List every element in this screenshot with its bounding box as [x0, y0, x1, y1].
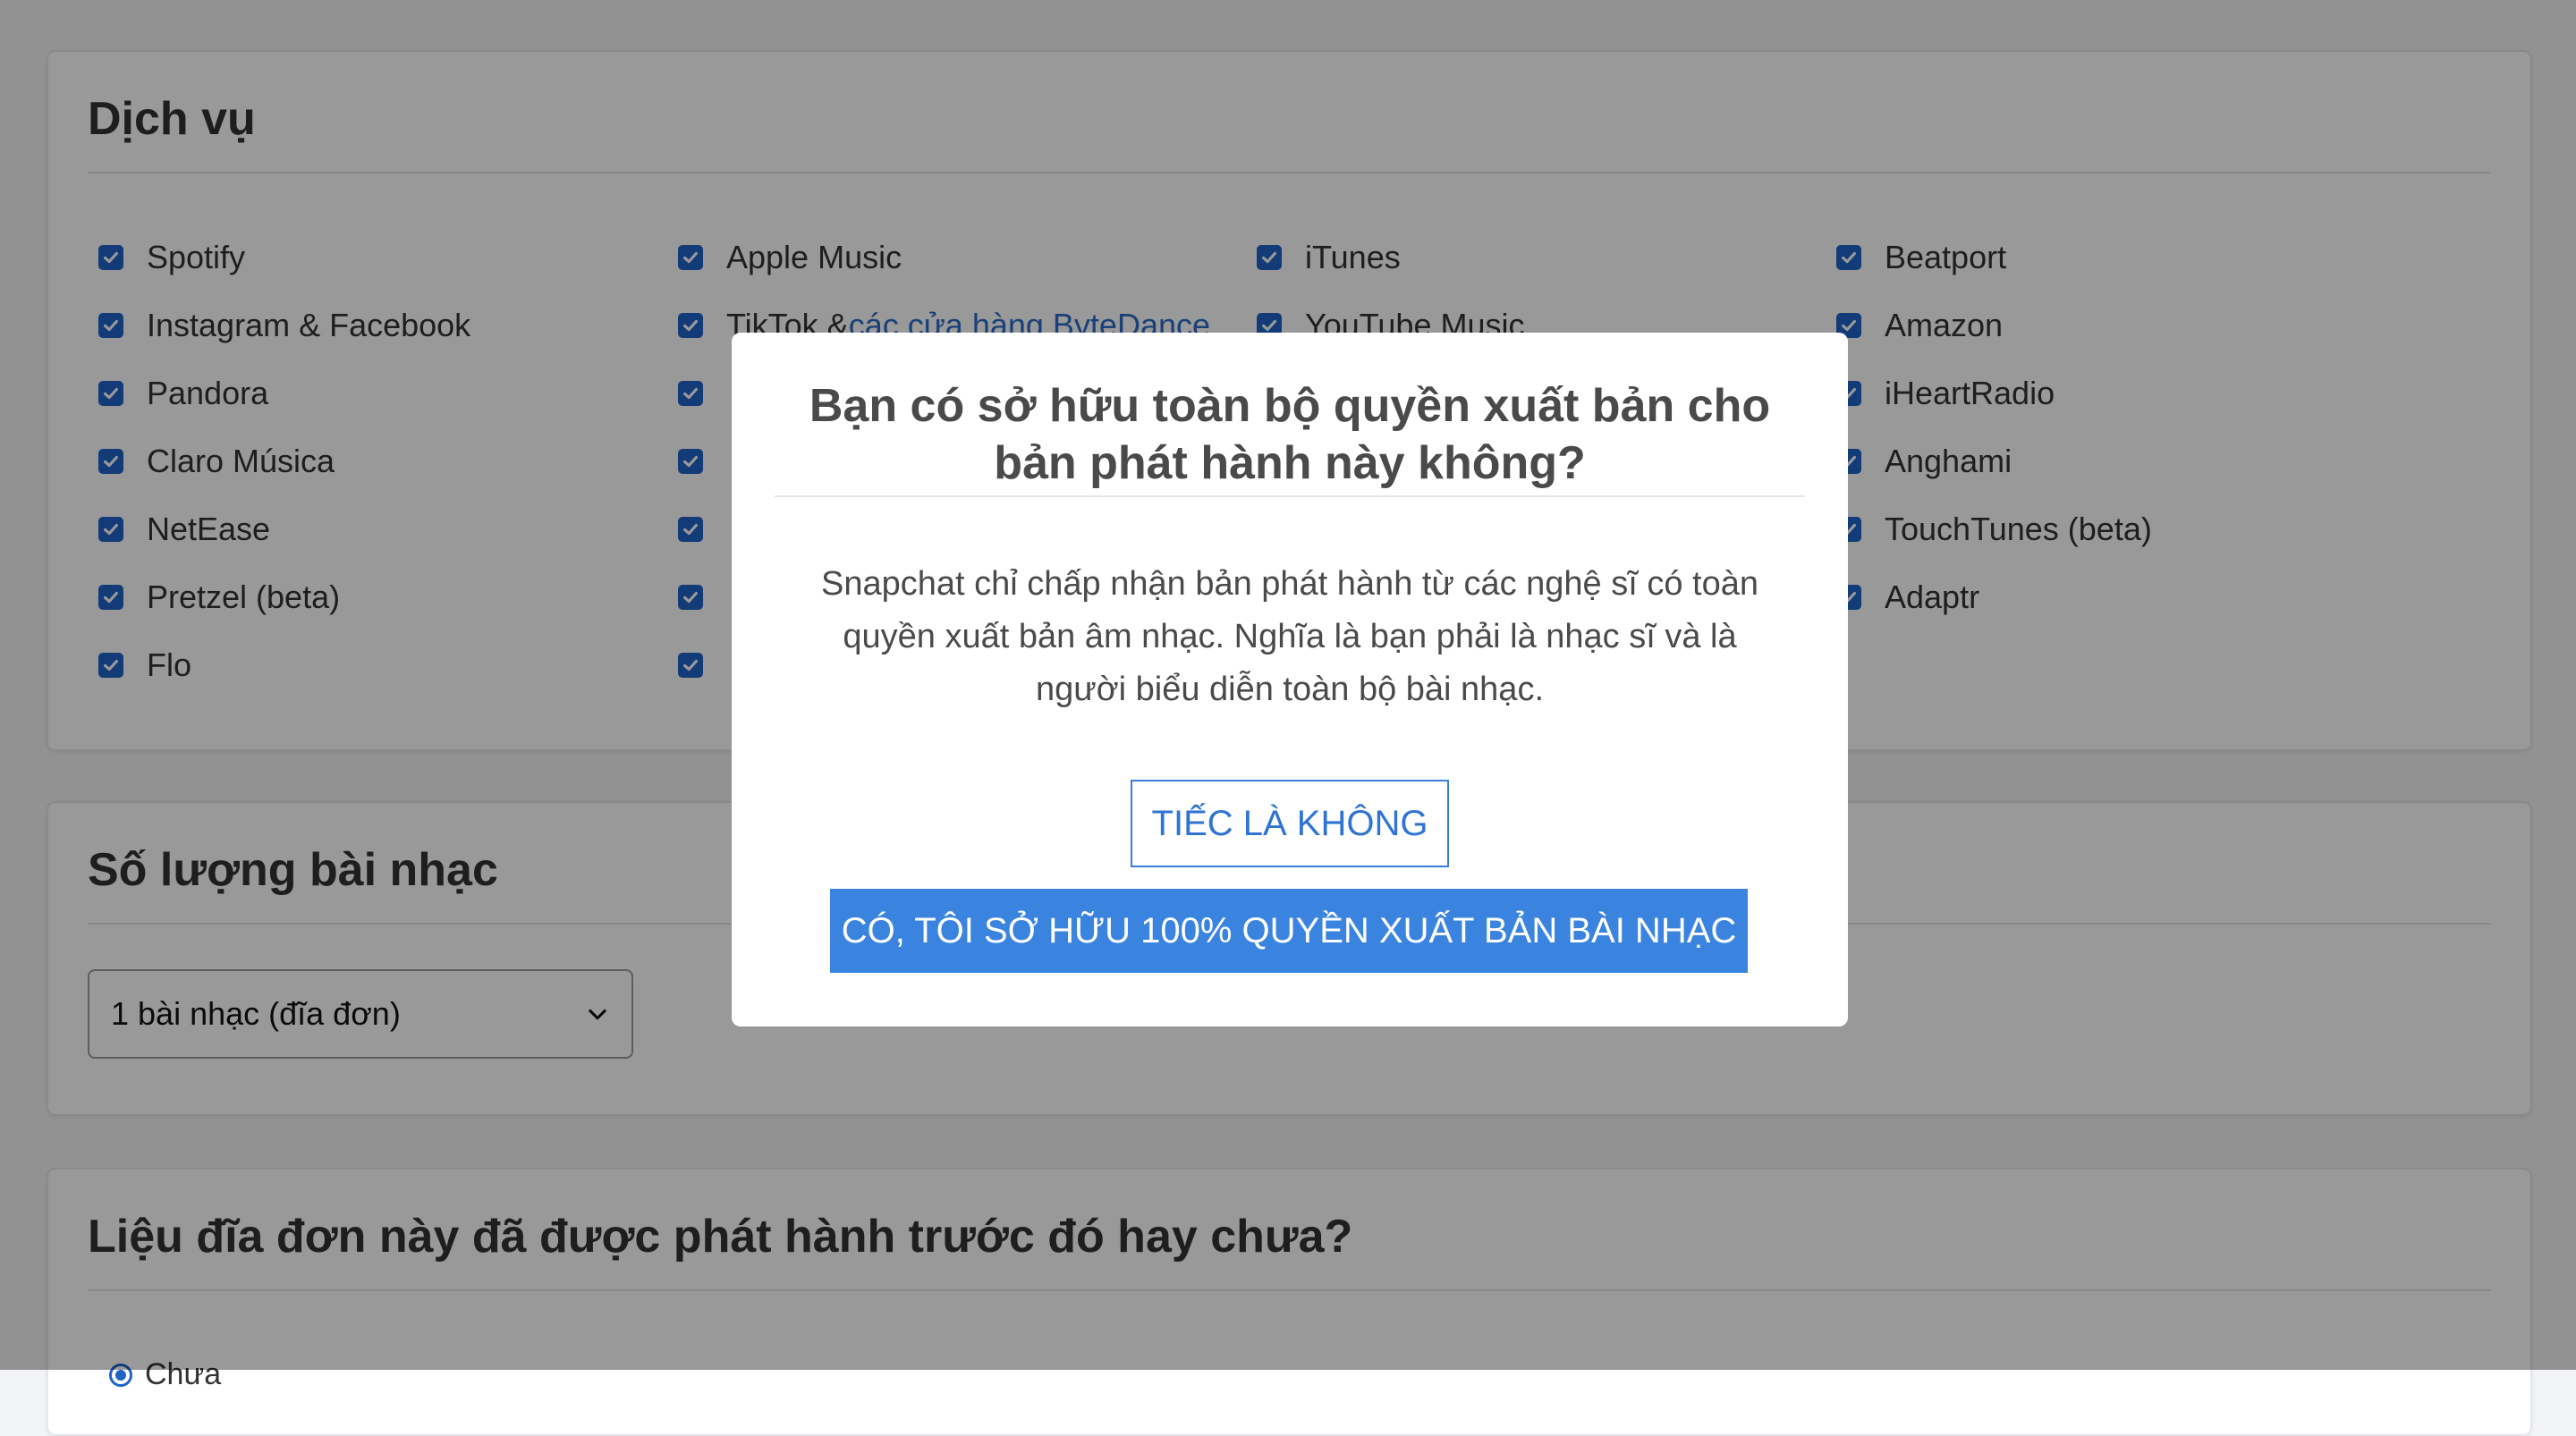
publishing-rights-dialog: Bạn có sở hữu toàn bộ quyền xuất bản cho… [732, 333, 1848, 1026]
dialog-message: Snapchat chỉ chấp nhận bản phát hành từ … [821, 565, 1758, 708]
confirm-ownership-button[interactable]: CÓ, TÔI SỞ HỮU 100% QUYỀN XUẤT BẢN BÀI N… [830, 889, 1748, 973]
dialog-title: Bạn có sở hữu toàn bộ quyền xuất bản cho… [775, 377, 1805, 497]
decline-button[interactable]: TIẾC LÀ KHÔNG [1131, 780, 1449, 867]
